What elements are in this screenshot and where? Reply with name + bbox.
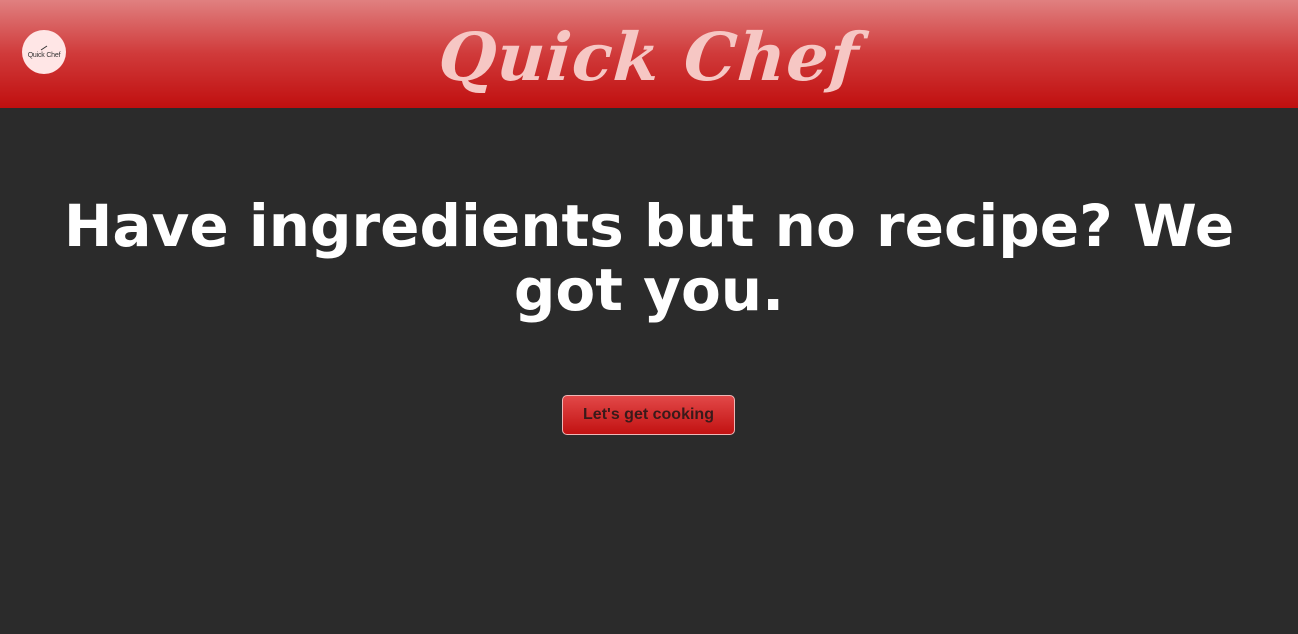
brand-title: Quick Chef <box>436 18 862 96</box>
site-header: Quick Chef Quick Chef <box>0 0 1298 108</box>
hero-headline: Have ingredients but no recipe? We got y… <box>63 192 1235 324</box>
get-cooking-button[interactable]: Let's get cooking <box>562 395 735 435</box>
